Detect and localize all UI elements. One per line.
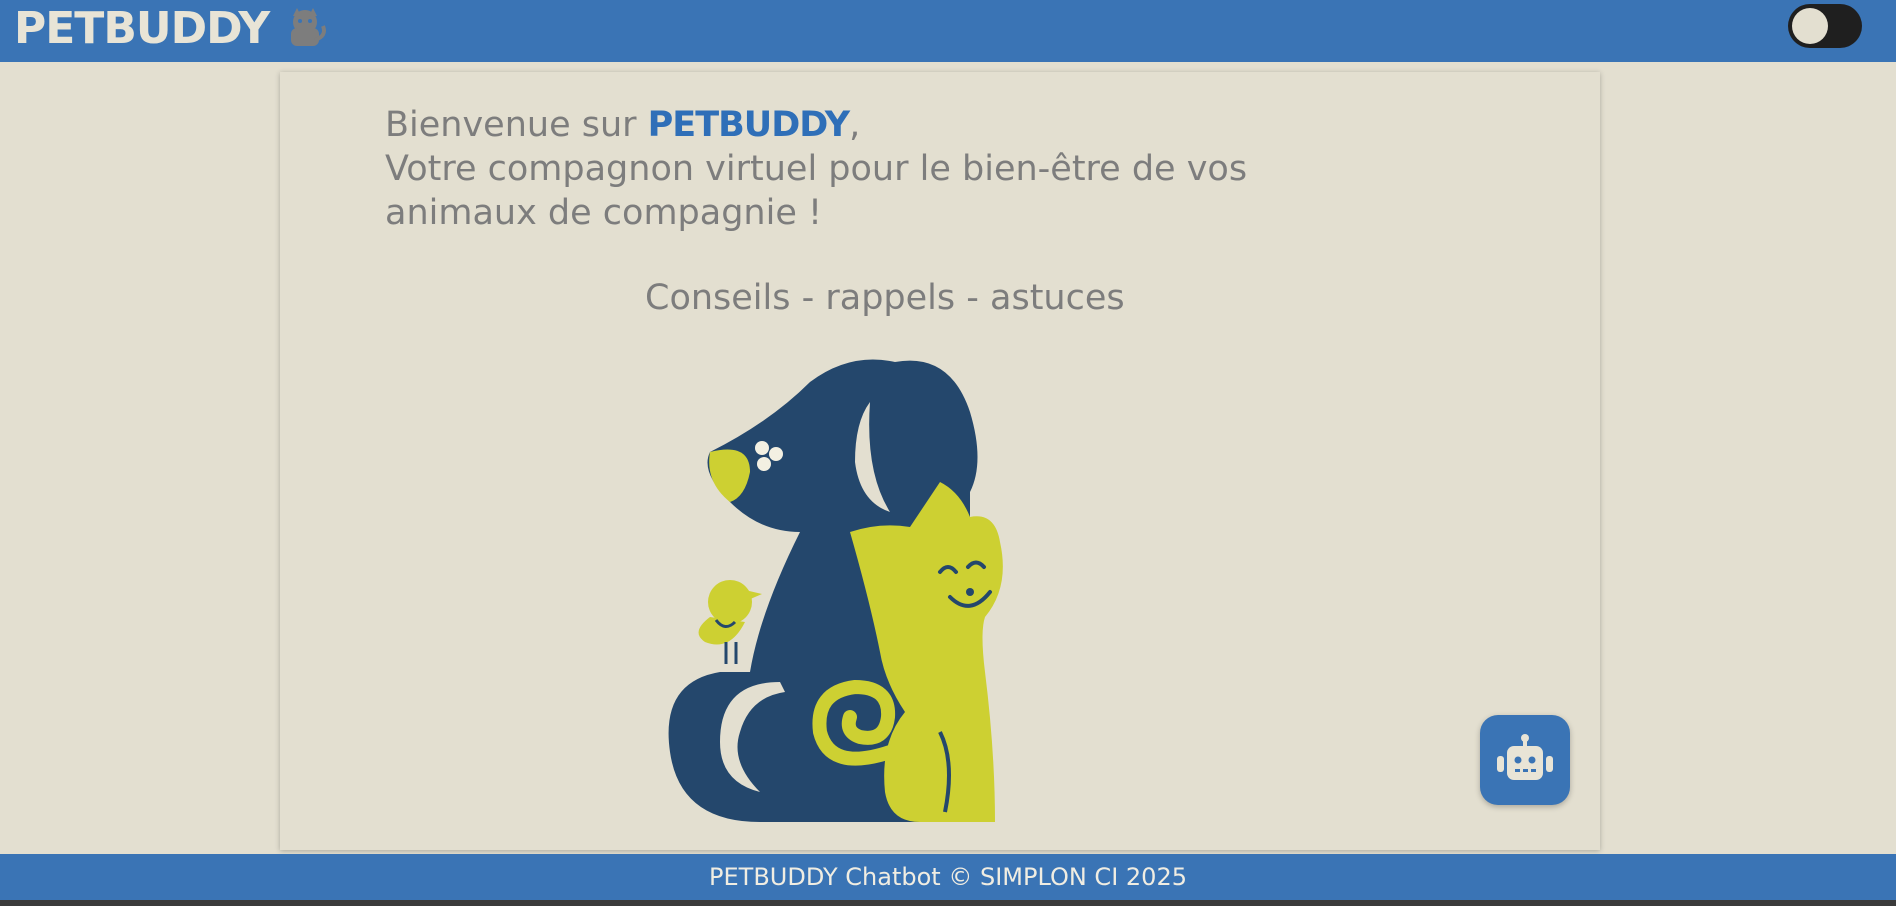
tagline: Conseils - rappels - astuces — [645, 278, 1125, 318]
footer-text: PETBUDDY Chatbot © SIMPLON CI 2025 — [709, 863, 1187, 891]
cat-icon — [291, 8, 327, 46]
footer: PETBUDDY Chatbot © SIMPLON CI 2025 — [0, 854, 1896, 900]
chatbot-button[interactable] — [1480, 715, 1570, 805]
brand-logo[interactable]: PETBUDDY — [14, 2, 327, 54]
dog-cat-bird-illustration — [668, 359, 1003, 822]
window-bottom-edge — [0, 900, 1896, 906]
welcome-suffix: , — [849, 105, 861, 145]
theme-toggle[interactable] — [1788, 4, 1862, 48]
robot-icon — [1497, 734, 1553, 780]
welcome-message: Bienvenue sur PETBUDDY, Votre compagnon … — [385, 103, 1365, 235]
welcome-brand: PETBUDDY — [647, 105, 850, 145]
bird — [708, 580, 752, 624]
top-navbar: PETBUDDY — [0, 0, 1896, 62]
brand-name: PETBUDDY — [14, 2, 270, 54]
welcome-card: Bienvenue sur PETBUDDY, Votre compagnon … — [280, 72, 1600, 850]
welcome-prefix: Bienvenue sur — [385, 105, 648, 145]
toggle-knob — [1792, 8, 1828, 44]
welcome-subtitle: Votre compagnon virtuel pour le bien-êtr… — [385, 149, 1248, 233]
